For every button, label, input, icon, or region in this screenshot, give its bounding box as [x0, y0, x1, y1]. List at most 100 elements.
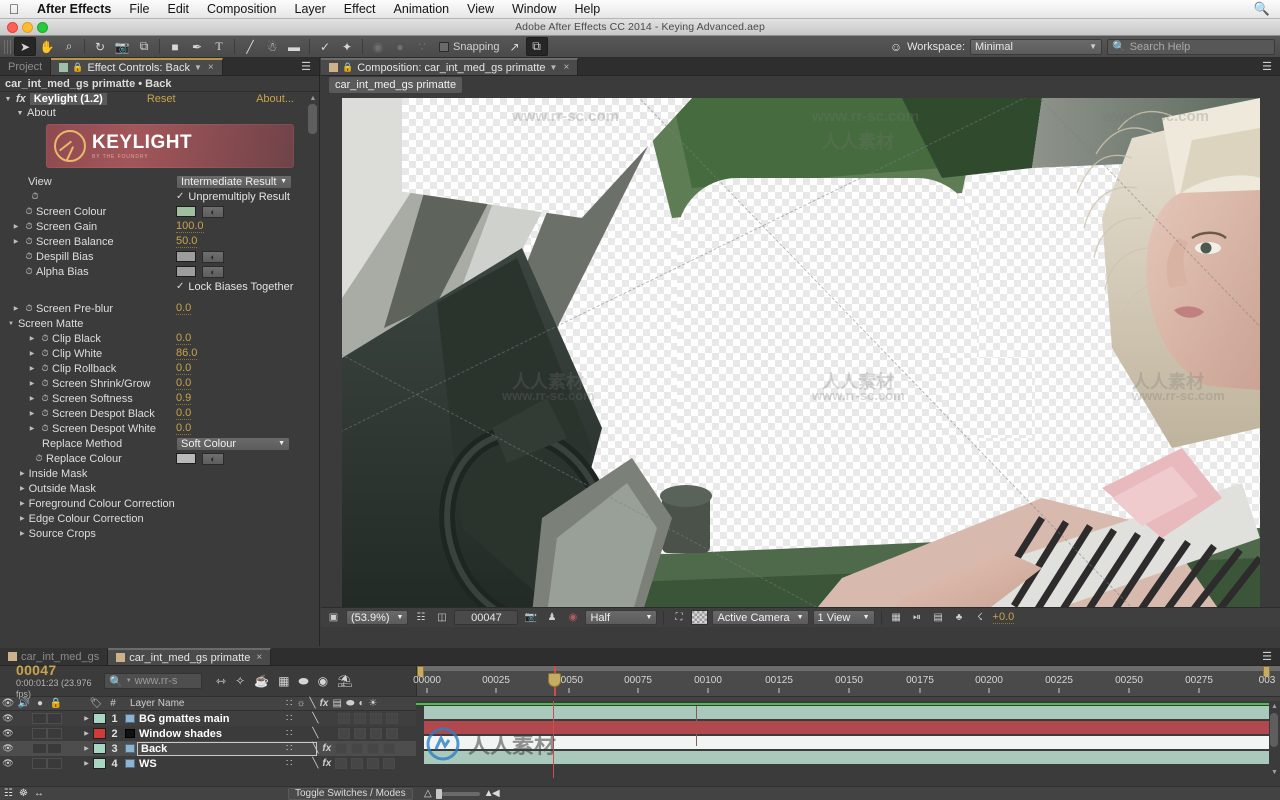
apple-logo-icon[interactable]:  — [0, 1, 28, 17]
create-shapes-icon[interactable]: ☸ — [19, 788, 28, 799]
group-row-outside-mask[interactable]: ▶ Outside Mask — [0, 481, 308, 496]
screen-balance-value[interactable]: 50.0 — [176, 235, 198, 248]
screen-despot-black-value[interactable]: 0.0 — [176, 407, 192, 420]
chevron-right-icon[interactable]: ▶ — [26, 395, 38, 402]
timeline-icon[interactable]: ▤ — [930, 610, 947, 625]
toggle-switches-modes-button[interactable]: Toggle Switches / Modes — [288, 787, 413, 800]
hide-shy-layers-icon[interactable]: ☕ — [254, 674, 269, 688]
scroll-up-icon[interactable]: ▲ — [307, 92, 319, 104]
timeline-panel-menu-icon[interactable]: ☰ — [1254, 648, 1280, 665]
motion-blur-toggle[interactable] — [354, 728, 367, 739]
shy-icon[interactable]: ∷ — [286, 758, 292, 769]
eyedropper-icon[interactable]: ◐ — [202, 205, 224, 218]
grid-and-guides-icon[interactable]: ◫ — [433, 610, 450, 625]
pixel-aspect-correction-icon[interactable]: ▦ — [888, 610, 905, 625]
solo-toggle[interactable] — [32, 743, 47, 754]
unpremultiply-checkbox-group[interactable]: ✓ Unpremultiply Result — [176, 191, 290, 203]
layer-label-color[interactable] — [93, 713, 106, 724]
effect-header-row[interactable]: ▼ fx Keylight (1.2) Reset About... — [0, 92, 308, 106]
chevron-right-icon[interactable]: ▶ — [10, 223, 22, 230]
quality-icon[interactable]: ╲ — [312, 713, 318, 724]
chevron-right-icon[interactable]: ▶ — [26, 350, 38, 357]
view-axis-mode-icon[interactable]: ∵ — [411, 37, 433, 56]
stopwatch-icon[interactable]: ⏱ — [22, 206, 36, 217]
take-snapshot-icon[interactable]: 📷 — [522, 610, 539, 625]
region-of-interest-toggle-icon[interactable]: ⛶ — [670, 610, 687, 625]
stopwatch-icon[interactable]: ⏱ — [38, 423, 52, 434]
eyedropper-icon[interactable]: ◐ — [202, 452, 224, 465]
snapping-arrow-icon[interactable]: ↗ — [504, 37, 526, 56]
stopwatch-icon[interactable]: ⏱ — [22, 236, 36, 247]
resolution-dropdown[interactable]: Half ▼ — [585, 610, 658, 625]
menu-edit[interactable]: Edit — [158, 0, 198, 19]
lock-icon[interactable]: 🔒 — [342, 62, 353, 73]
clone-stamp-tool[interactable]: ☃ — [261, 37, 283, 56]
solo-toggle[interactable] — [32, 728, 47, 739]
group-row-screen-matte[interactable]: ▼ Screen Matte — [0, 316, 308, 331]
3d-layer-toggle[interactable] — [383, 758, 396, 769]
chevron-right-icon[interactable]: ▶ — [10, 305, 22, 312]
group-row-inside-mask[interactable]: ▶ Inside Mask — [0, 466, 308, 481]
lock-toggle[interactable] — [47, 758, 62, 769]
despill-bias-swatch[interactable] — [176, 251, 196, 262]
screen-shrink-grow-value[interactable]: 0.0 — [176, 377, 192, 390]
composition-mini-flowchart-icon[interactable]: ⇿ — [216, 674, 226, 688]
stopwatch-icon[interactable]: ⏱ — [38, 348, 52, 359]
video-toggle-icon[interactable]: 👁 — [0, 743, 16, 754]
stopwatch-icon[interactable]: ⏱ — [38, 363, 52, 374]
timeline-vertical-scrollbar[interactable]: ▲ ▼ — [1269, 701, 1280, 778]
quality-icon[interactable]: ╲ — [312, 758, 318, 769]
motion-blur-toggle[interactable] — [351, 758, 364, 769]
zoom-level-dropdown[interactable]: (53.9%) ▼ — [346, 610, 409, 625]
world-axis-mode-icon[interactable]: ● — [389, 37, 411, 56]
selection-tool[interactable]: ➤ — [14, 37, 36, 56]
chevron-right-icon[interactable]: ▶ — [80, 715, 93, 722]
3d-layer-toggle[interactable] — [383, 743, 396, 754]
lock-toggle[interactable] — [47, 713, 62, 724]
replace-method-dropdown[interactable]: Soft Colour ▼ — [176, 436, 290, 451]
brainstorm-icon[interactable]: ⛱ — [337, 674, 352, 688]
zoom-slider-track[interactable] — [435, 788, 480, 799]
layer-label-color[interactable] — [93, 743, 106, 754]
eyedropper-icon[interactable]: ◐ — [202, 265, 224, 278]
screen-pre-blur-value[interactable]: 0.0 — [176, 302, 192, 315]
view-dropdown[interactable]: Intermediate Result ▼ — [176, 174, 292, 189]
playhead-line[interactable] — [553, 701, 554, 778]
menu-effect[interactable]: Effect — [335, 0, 385, 19]
timeline-track-area[interactable]: 人人素材 — [416, 701, 1280, 778]
alpha-bias-swatch[interactable] — [176, 266, 196, 277]
composition-tab[interactable]: 🔒 Composition: car_int_med_gs primatte ▼… — [321, 58, 579, 75]
video-toggle-icon[interactable]: 👁 — [0, 758, 16, 769]
show-snapshot-icon[interactable]: ♟ — [543, 610, 560, 625]
toolbar-grip[interactable] — [4, 39, 11, 54]
chevron-right-icon[interactable]: ▶ — [26, 380, 38, 387]
zoom-slider-knob[interactable] — [435, 788, 442, 799]
snapping-control[interactable]: Snapping — [439, 41, 500, 53]
chevron-right-icon[interactable]: ▶ — [80, 730, 93, 737]
pen-tool[interactable]: ✒ — [186, 37, 208, 56]
lock-biases-checkbox-group[interactable]: ✓ Lock Biases Together — [176, 281, 293, 293]
about-button[interactable]: About... — [256, 93, 308, 105]
reset-button[interactable]: Reset — [147, 93, 176, 105]
frame-blend-toggle[interactable] — [335, 758, 348, 769]
workspace-switch-icon[interactable]: ☺ — [890, 40, 902, 54]
frame-blend-toggle[interactable] — [335, 743, 348, 754]
timeline-ruler[interactable]: 00000 00025 00050 00075 00100 00125 0015… — [413, 666, 1280, 696]
stopwatch-icon[interactable]: ⏱ — [28, 191, 42, 202]
lock-toggle[interactable] — [47, 743, 62, 754]
layer-label-color[interactable] — [93, 758, 106, 769]
type-tool[interactable]: T — [208, 37, 230, 56]
clip-rollback-value[interactable]: 0.0 — [176, 362, 192, 375]
lock-icon[interactable]: 🔒 — [72, 62, 83, 73]
video-toggle-icon[interactable]: 👁 — [0, 728, 16, 739]
menu-view[interactable]: View — [458, 0, 503, 19]
chevron-right-icon[interactable]: ▶ — [20, 515, 25, 522]
effect-name[interactable]: Keylight (1.2) — [29, 93, 107, 105]
group-row-foreground-colour-correction[interactable]: ▶ Foreground Colour Correction — [0, 496, 308, 511]
project-tab[interactable]: Project — [0, 58, 52, 75]
zoom-tool[interactable]: ⌕ — [58, 37, 80, 56]
stopwatch-icon[interactable]: ⏱ — [22, 221, 36, 232]
menu-window[interactable]: Window — [503, 0, 565, 19]
screen-softness-value[interactable]: 0.9 — [176, 392, 192, 405]
lock-toggle[interactable] — [47, 728, 62, 739]
